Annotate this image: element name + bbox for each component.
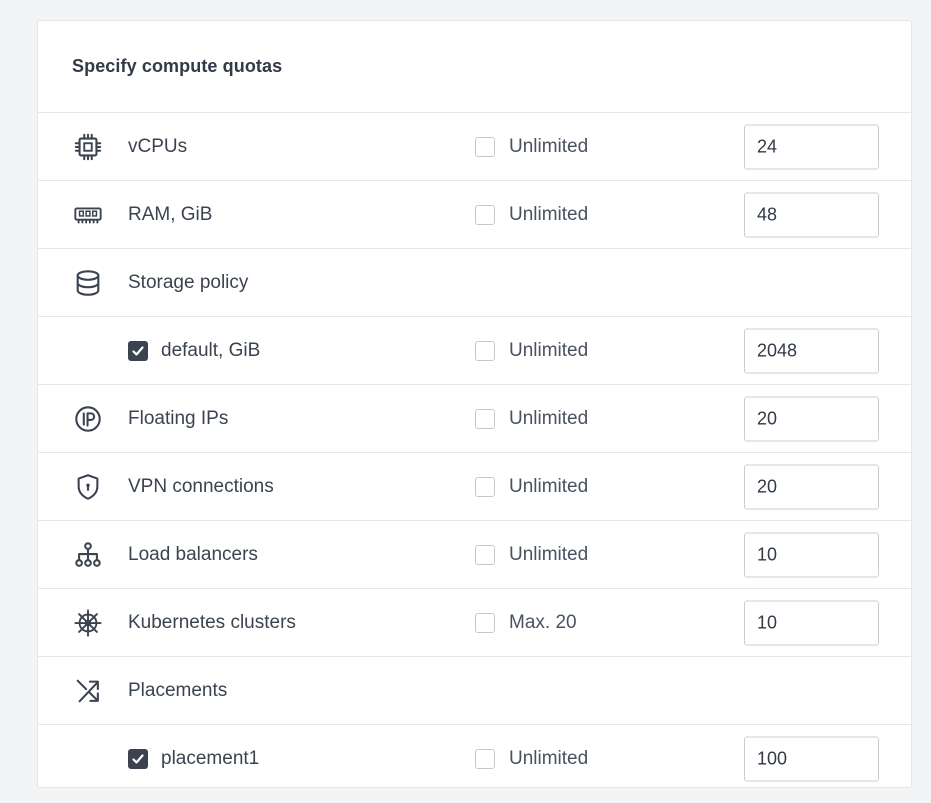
sub-label: placement1 <box>161 748 260 769</box>
shuffle-icon <box>72 675 104 707</box>
quota-row-vcpus: vCPUs Unlimited <box>38 113 911 181</box>
unlimited-label: Unlimited <box>509 339 589 361</box>
quota-label: Floating IPs <box>128 407 229 429</box>
max-checkbox-kubernetes-clusters[interactable]: Max. 20 <box>475 612 577 634</box>
shield-lock-icon <box>72 471 104 503</box>
unlimited-label: Unlimited <box>509 203 589 225</box>
quota-row-storage-policy: Storage policy <box>38 249 911 317</box>
panel-header: Specify compute quotas <box>38 21 911 113</box>
checkbox-box[interactable] <box>475 340 495 361</box>
checkbox-box-checked[interactable] <box>128 340 148 361</box>
checkbox-box[interactable] <box>475 749 495 769</box>
quota-row-load-balancers: Load balancers Unlimited <box>38 521 911 589</box>
unlimited-checkbox-storage-default[interactable]: Unlimited <box>475 340 588 362</box>
quota-row-storage-default: default, GiB Unlimited <box>38 317 911 385</box>
unlimited-label: Unlimited <box>509 135 589 157</box>
checkbox-box[interactable] <box>475 476 495 497</box>
quota-label: VPN connections <box>128 475 274 497</box>
quota-row-floating-ips: Floating IPs Unlimited <box>38 385 911 453</box>
storage-policy-default-checkbox[interactable]: default, GiB <box>128 340 260 362</box>
cpu-icon <box>72 131 104 163</box>
kubernetes-icon <box>72 607 104 639</box>
storage-default-quota-input[interactable] <box>744 328 879 373</box>
database-icon <box>72 267 104 299</box>
checkbox-box-checked[interactable] <box>128 749 148 769</box>
checkmark-icon <box>132 754 144 764</box>
placement1-quota-input[interactable] <box>744 736 879 782</box>
checkbox-box[interactable] <box>475 612 495 633</box>
ram-quota-input[interactable] <box>744 192 879 237</box>
unlimited-checkbox-vcpus[interactable]: Unlimited <box>475 136 588 158</box>
unlimited-label: Unlimited <box>509 475 589 497</box>
panel-title: Specify compute quotas <box>72 56 283 76</box>
floating-ip-icon <box>72 403 104 435</box>
quota-row-ram: RAM, GiB Unlimited <box>38 181 911 249</box>
ram-icon <box>72 199 104 231</box>
quota-row-vpn-connections: VPN connections Unlimited <box>38 453 911 521</box>
quota-label: RAM, GiB <box>128 203 213 225</box>
unlimited-label: Unlimited <box>509 543 589 565</box>
quota-label: Load balancers <box>128 543 258 565</box>
unlimited-label: Unlimited <box>509 748 589 769</box>
checkbox-box[interactable] <box>475 136 495 157</box>
vpn-connections-quota-input[interactable] <box>744 464 879 509</box>
checkmark-icon <box>132 345 144 356</box>
unlimited-checkbox-ram[interactable]: Unlimited <box>475 204 588 226</box>
vcpus-quota-input[interactable] <box>744 124 879 169</box>
checkbox-box[interactable] <box>475 408 495 429</box>
quota-label: Storage policy <box>128 271 249 293</box>
quota-label: Kubernetes clusters <box>128 611 296 633</box>
checkbox-box[interactable] <box>475 544 495 565</box>
quota-label: vCPUs <box>128 135 188 157</box>
quota-row-placement1: placement1 Unlimited <box>38 725 911 793</box>
load-balancers-quota-input[interactable] <box>744 532 879 577</box>
unlimited-checkbox-floating-ips[interactable]: Unlimited <box>475 408 588 430</box>
compute-quotas-panel: Specify compute quotas vCPUs Unlimited 2… <box>37 20 912 788</box>
quota-row-placements: Placements <box>38 657 911 725</box>
checkbox-box[interactable] <box>475 204 495 225</box>
quota-label: Placements <box>128 679 228 701</box>
max-label: Max. 20 <box>509 611 577 633</box>
placement1-checkbox[interactable]: placement1 <box>128 748 259 770</box>
unlimited-checkbox-load-balancers[interactable]: Unlimited <box>475 544 588 566</box>
quota-row-kubernetes-clusters: Kubernetes clusters Max. 20 <box>38 589 911 657</box>
load-balancer-icon <box>72 539 104 571</box>
unlimited-checkbox-vpn-connections[interactable]: Unlimited <box>475 476 588 498</box>
unlimited-label: Unlimited <box>509 407 589 429</box>
unlimited-checkbox-placement1[interactable]: Unlimited <box>475 748 588 770</box>
floating-ips-quota-input[interactable] <box>744 396 879 441</box>
sub-label: default, GiB <box>161 339 261 361</box>
kubernetes-clusters-quota-input[interactable] <box>744 600 879 645</box>
